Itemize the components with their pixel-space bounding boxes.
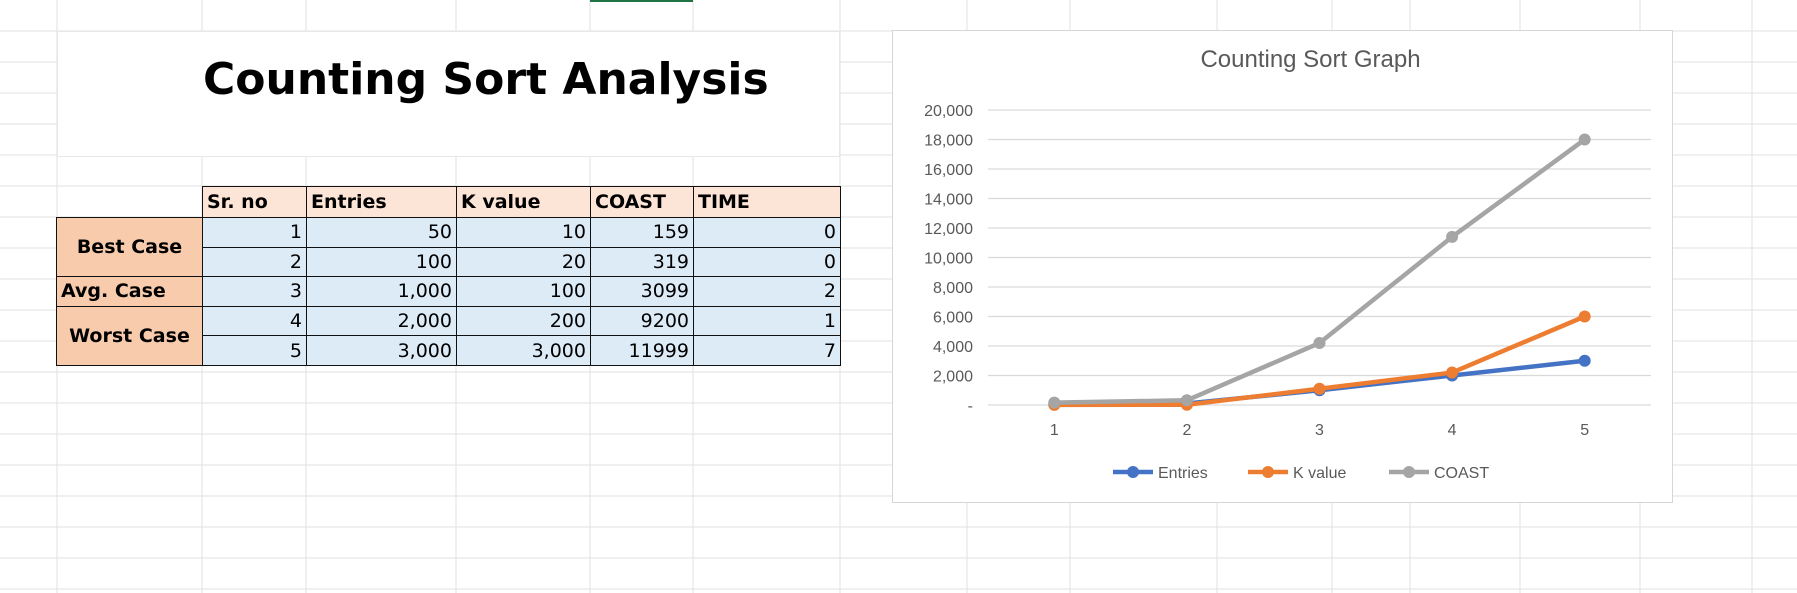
- line-chart: Counting Sort Graph - 2,000 4,000 6,000 8,000…: [924, 46, 1651, 482]
- y-tick-label: 12,000: [924, 221, 973, 238]
- y-tick-label: 6,000: [933, 310, 973, 327]
- cell-sr-no[interactable]: 3: [202, 276, 307, 307]
- case-label-avg[interactable]: Avg. Case: [56, 276, 203, 307]
- table-row: Worst Case 4 2,000 200 9200 1: [56, 305, 841, 366]
- cell-entries[interactable]: 3,000: [306, 335, 457, 366]
- sheet-title: Counting Sort Analysis: [203, 54, 769, 105]
- legend-swatch-marker: [1262, 466, 1274, 478]
- cell-entries[interactable]: 1,000: [306, 276, 457, 307]
- cell-k-value[interactable]: 200: [456, 305, 591, 337]
- header-row: Sr. no Entries K value COAST TIME: [57, 186, 841, 218]
- cell-sr-no[interactable]: 1: [202, 217, 307, 248]
- header-k-value[interactable]: K value: [456, 186, 591, 218]
- cell-k-value[interactable]: 3,000: [456, 335, 591, 366]
- x-tick-label: 1: [1050, 422, 1059, 439]
- cell-time[interactable]: 7: [693, 335, 841, 366]
- data-point: [1578, 310, 1591, 323]
- cell-coast[interactable]: 9200: [590, 305, 694, 337]
- data-point: [1180, 394, 1193, 407]
- legend-swatch-marker: [1403, 466, 1415, 478]
- y-tick-label: 10,000: [924, 251, 973, 268]
- cell-time[interactable]: 0: [693, 246, 841, 278]
- data-point: [1446, 366, 1459, 379]
- data-point: [1446, 230, 1459, 243]
- data-point: [1578, 354, 1591, 367]
- header-coast[interactable]: COAST: [590, 186, 694, 218]
- y-tick-label: 20,000: [924, 103, 973, 120]
- data-point: [1578, 133, 1591, 146]
- x-tick-label: 5: [1580, 422, 1589, 439]
- legend-label: Entries: [1158, 465, 1208, 482]
- results-table: Sr. no Entries K value COAST TIME Best C…: [56, 186, 841, 366]
- header-sr-no[interactable]: Sr. no: [202, 186, 307, 218]
- y-tick-label: 4,000: [933, 339, 973, 356]
- cell-coast[interactable]: 319: [590, 246, 694, 278]
- case-label-best[interactable]: Best Case: [56, 216, 203, 278]
- cell-k-value[interactable]: 10: [456, 217, 591, 248]
- y-tick-label: 8,000: [933, 280, 973, 297]
- cell-k-value[interactable]: 20: [456, 246, 591, 278]
- cell-sr-no[interactable]: 2: [202, 246, 307, 278]
- cell-time[interactable]: 1: [693, 305, 841, 337]
- chart-title: Counting Sort Graph: [1200, 46, 1420, 73]
- y-tick-label: 16,000: [924, 162, 973, 179]
- data-point: [1048, 396, 1061, 409]
- header-corner: [57, 187, 203, 218]
- cell-time[interactable]: 2: [693, 276, 841, 307]
- cell-time[interactable]: 0: [693, 217, 841, 248]
- cell-k-value[interactable]: 100: [456, 276, 591, 307]
- cell-entries[interactable]: 2,000: [306, 305, 457, 337]
- legend-label: COAST: [1434, 465, 1489, 482]
- y-tick-label: 2,000: [933, 369, 973, 386]
- legend-label: K value: [1293, 465, 1346, 482]
- cell-sr-no[interactable]: 4: [202, 305, 307, 337]
- chart-area[interactable]: Counting Sort Graph - 2,000 4,000 6,000 8,000…: [892, 30, 1673, 503]
- y-tick-label: 18,000: [924, 133, 973, 150]
- cell-coast[interactable]: 11999: [590, 335, 694, 366]
- cell-coast[interactable]: 159: [590, 217, 694, 248]
- y-tick-label: 14,000: [924, 192, 973, 209]
- x-tick-label: 4: [1448, 422, 1457, 439]
- cell-entries[interactable]: 100: [306, 246, 457, 278]
- cell-entries[interactable]: 50: [306, 217, 457, 248]
- table-row: Best Case 1 50 10 159 0: [56, 216, 841, 278]
- table-row: Avg. Case 3 1,000 100 3099 2: [56, 276, 841, 307]
- legend-swatch-marker: [1127, 466, 1139, 478]
- cell-sr-no[interactable]: 5: [202, 335, 307, 366]
- header-time[interactable]: TIME: [693, 186, 841, 218]
- x-tick-label: 3: [1315, 422, 1324, 439]
- case-label-worst[interactable]: Worst Case: [56, 305, 203, 366]
- y-tick-label: -: [968, 398, 973, 415]
- header-entries[interactable]: Entries: [306, 186, 457, 218]
- data-point: [1313, 382, 1326, 395]
- series-line-0: [1052, 358, 1587, 407]
- series-line-2: [1052, 137, 1587, 405]
- x-tick-label: 2: [1182, 422, 1191, 439]
- cell-coast[interactable]: 3099: [590, 276, 694, 307]
- data-point: [1313, 337, 1326, 350]
